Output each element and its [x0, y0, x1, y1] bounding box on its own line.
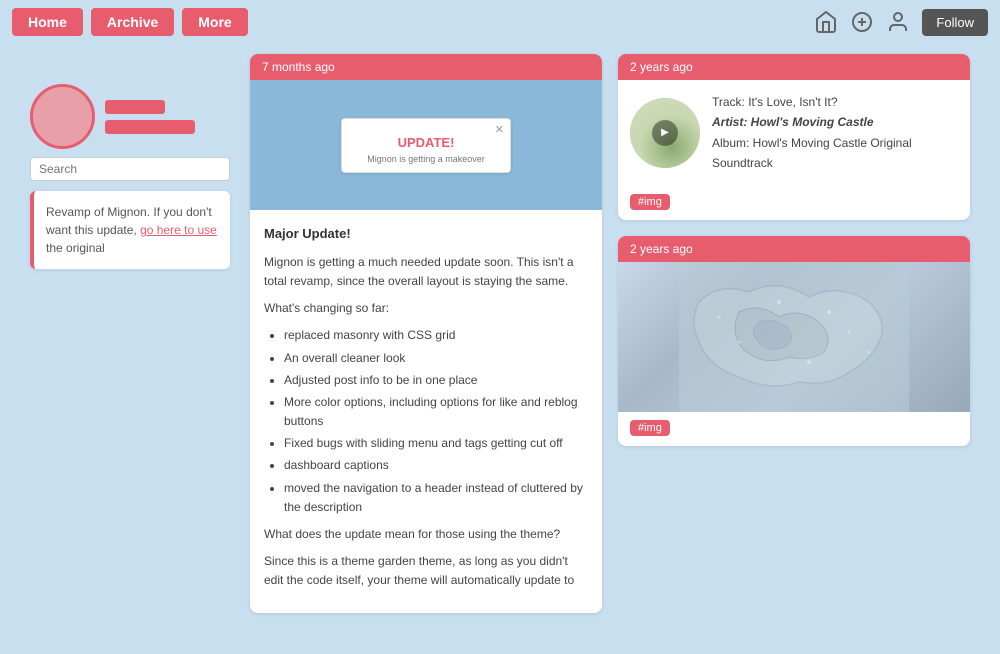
map-svg: [618, 262, 970, 412]
add-icon[interactable]: [850, 10, 874, 34]
header: Home Archive More Follow: [0, 0, 1000, 44]
changes-list: replaced masonry with CSS grid An overal…: [284, 326, 588, 517]
music-info: Track: It's Love, Isn't It? Artist: Howl…: [712, 92, 958, 174]
list-item: More color options, including options fo…: [284, 393, 588, 431]
main-content: Revamp of Mignon. If you don't want this…: [0, 44, 1000, 623]
map-post-header: 2 years ago: [618, 236, 970, 262]
sidebar-bar-1: [105, 100, 165, 114]
screenshot-subtitle: Mignon is getting a makeover: [350, 154, 502, 164]
track-info: Track: It's Love, Isn't It?: [712, 92, 958, 112]
more-nav-button[interactable]: More: [182, 8, 247, 36]
avatar: [30, 84, 95, 149]
post-heading: Major Update!: [264, 224, 588, 245]
update-screenshot: ✕ UPDATE! Mignon is getting a makeover: [341, 118, 511, 173]
play-button[interactable]: ▶: [652, 120, 678, 146]
list-item: moved the navigation to a header instead…: [284, 479, 588, 517]
list-item: An overall cleaner look: [284, 349, 588, 368]
header-icons: Follow: [814, 9, 988, 36]
music-tag[interactable]: #img: [630, 194, 670, 210]
whats-changing-label: What's changing so far:: [264, 299, 588, 318]
sidebar-bar-2: [105, 120, 195, 134]
music-tag-row: #img: [618, 186, 970, 220]
notice-box: Revamp of Mignon. If you don't want this…: [30, 191, 230, 269]
post-question: What does the update mean for those usin…: [264, 525, 588, 544]
album-art: ▶: [630, 98, 700, 168]
album-info: Album: Howl's Moving Castle Original Sou…: [712, 133, 958, 174]
post-answer: Since this is a theme garden theme, as l…: [264, 552, 588, 590]
sidebar-bars: [105, 100, 195, 134]
post-para1: Mignon is getting a much needed update s…: [264, 253, 588, 291]
music-post-header: 2 years ago: [618, 54, 970, 80]
list-item: dashboard captions: [284, 456, 588, 475]
music-post-card: 2 years ago ▶ Track: It's Love, Isn't It…: [618, 54, 970, 220]
map-tag-row: #img: [618, 412, 970, 446]
right-post-column: 2 years ago ▶ Track: It's Love, Isn't It…: [618, 54, 970, 613]
left-post-column: 7 months ago ✕ UPDATE! Mignon is getting…: [250, 54, 602, 613]
update-post-header: 7 months ago: [250, 54, 602, 80]
list-item: Fixed bugs with sliding menu and tags ge…: [284, 434, 588, 453]
update-post-body: Major Update! Mignon is getting a much n…: [250, 210, 602, 613]
list-item: replaced masonry with CSS grid: [284, 326, 588, 345]
notice-link[interactable]: go here to use: [140, 223, 217, 237]
home-icon[interactable]: [814, 10, 838, 34]
home-nav-button[interactable]: Home: [12, 8, 83, 36]
sidebar: Revamp of Mignon. If you don't want this…: [30, 54, 230, 613]
map-image: [618, 262, 970, 412]
posts-area: 7 months ago ✕ UPDATE! Mignon is getting…: [250, 54, 970, 613]
map-tag[interactable]: #img: [630, 420, 670, 436]
screenshot-title: UPDATE!: [350, 135, 502, 150]
search-input[interactable]: [30, 157, 230, 181]
notice-link-suffix: the original: [46, 241, 105, 255]
avatar-area: [30, 84, 230, 149]
archive-nav-button[interactable]: Archive: [91, 8, 174, 36]
update-post-card: 7 months ago ✕ UPDATE! Mignon is getting…: [250, 54, 602, 613]
follow-button[interactable]: Follow: [922, 9, 988, 36]
screenshot-close-icon: ✕: [495, 123, 504, 136]
user-icon[interactable]: [886, 10, 910, 34]
music-card-body: ▶ Track: It's Love, Isn't It? Artist: Ho…: [618, 80, 970, 186]
album-art-inner: ▶: [630, 98, 700, 168]
artist-info: Artist: Howl's Moving Castle: [712, 112, 958, 132]
list-item: Adjusted post info to be in one place: [284, 371, 588, 390]
update-post-image: ✕ UPDATE! Mignon is getting a makeover: [250, 80, 602, 210]
map-post-card: 2 years ago: [618, 236, 970, 446]
